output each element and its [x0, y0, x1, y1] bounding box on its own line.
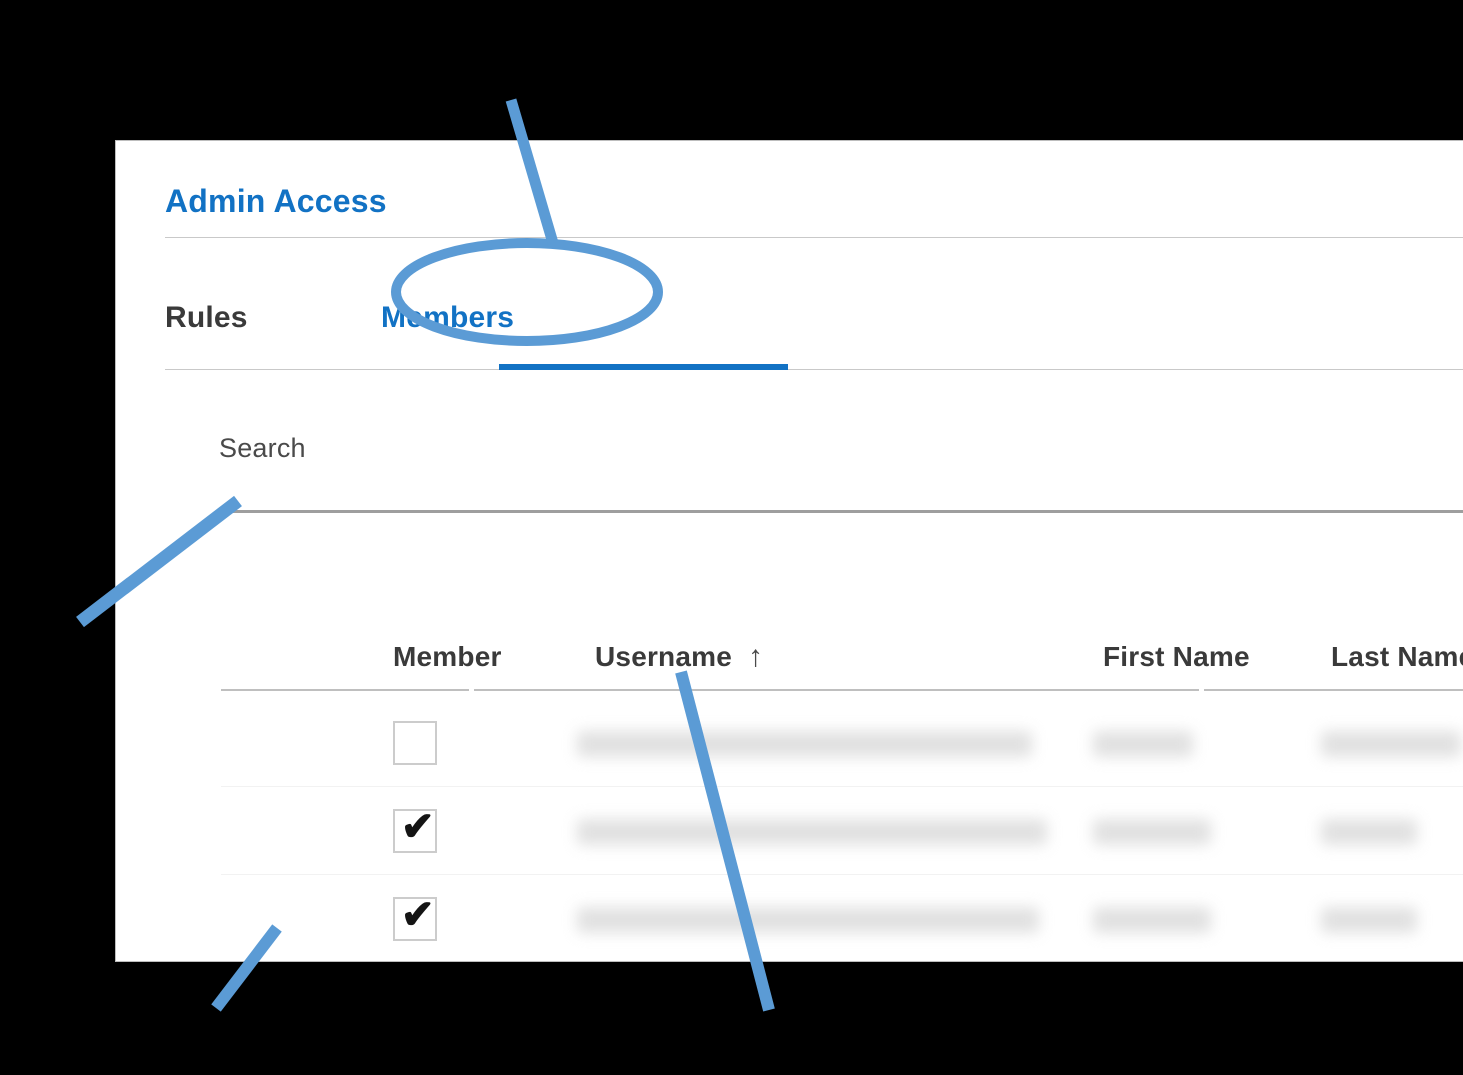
table-row: ✔ — [221, 699, 1463, 787]
tabs-divider — [165, 369, 1463, 370]
check-icon: ✔ — [401, 805, 435, 849]
admin-access-panel: Admin Access Rules Members Search Member… — [115, 140, 1463, 962]
redacted-last-name — [1321, 819, 1417, 845]
search-input[interactable] — [219, 471, 1463, 509]
table-row: ✔ — [221, 875, 1463, 961]
redacted-username — [577, 819, 1047, 845]
active-tab-indicator — [499, 364, 788, 370]
redacted-first-name — [1093, 907, 1211, 933]
table-row: ✔ — [221, 787, 1463, 875]
column-header-username[interactable]: Username ↑ — [595, 631, 763, 683]
column-header-first-name[interactable]: First Name — [1103, 631, 1250, 683]
member-checkbox[interactable]: ✔ — [393, 805, 437, 853]
arrow-up-icon: ↑ — [748, 640, 764, 673]
column-header-first-name-label: First Name — [1103, 641, 1250, 672]
column-header-last-name[interactable]: Last Name — [1331, 631, 1463, 683]
redacted-last-name — [1321, 731, 1461, 757]
tab-members[interactable]: Members — [381, 259, 514, 363]
redacted-last-name — [1321, 907, 1417, 933]
members-table: Member Username ↑ First Name Last Name ✔ … — [221, 631, 1463, 961]
redacted-first-name — [1093, 819, 1211, 845]
title-divider — [165, 237, 1463, 238]
header-underline-names — [1204, 689, 1463, 691]
header-underline-username — [474, 689, 1199, 691]
column-header-username-label: Username — [595, 641, 733, 672]
member-checkbox[interactable]: ✔ — [393, 721, 437, 765]
column-header-member-label: Member — [393, 641, 502, 672]
search-underline — [219, 510, 1463, 513]
column-header-member[interactable]: Member — [393, 631, 502, 683]
check-icon: ✔ — [401, 893, 435, 937]
page-title: Admin Access — [165, 183, 387, 219]
member-checkbox[interactable]: ✔ — [393, 893, 437, 941]
redacted-username — [577, 907, 1039, 933]
header-underline-member — [221, 689, 469, 691]
screenshot-stage: Admin Access Rules Members Search Member… — [0, 0, 1463, 1075]
search-label: Search — [219, 433, 306, 463]
redacted-username — [577, 731, 1032, 757]
tab-rules[interactable]: Rules — [165, 259, 248, 363]
redacted-first-name — [1093, 731, 1193, 757]
column-header-last-name-label: Last Name — [1331, 641, 1463, 672]
table-header-row: Member Username ↑ First Name Last Name — [221, 631, 1463, 699]
